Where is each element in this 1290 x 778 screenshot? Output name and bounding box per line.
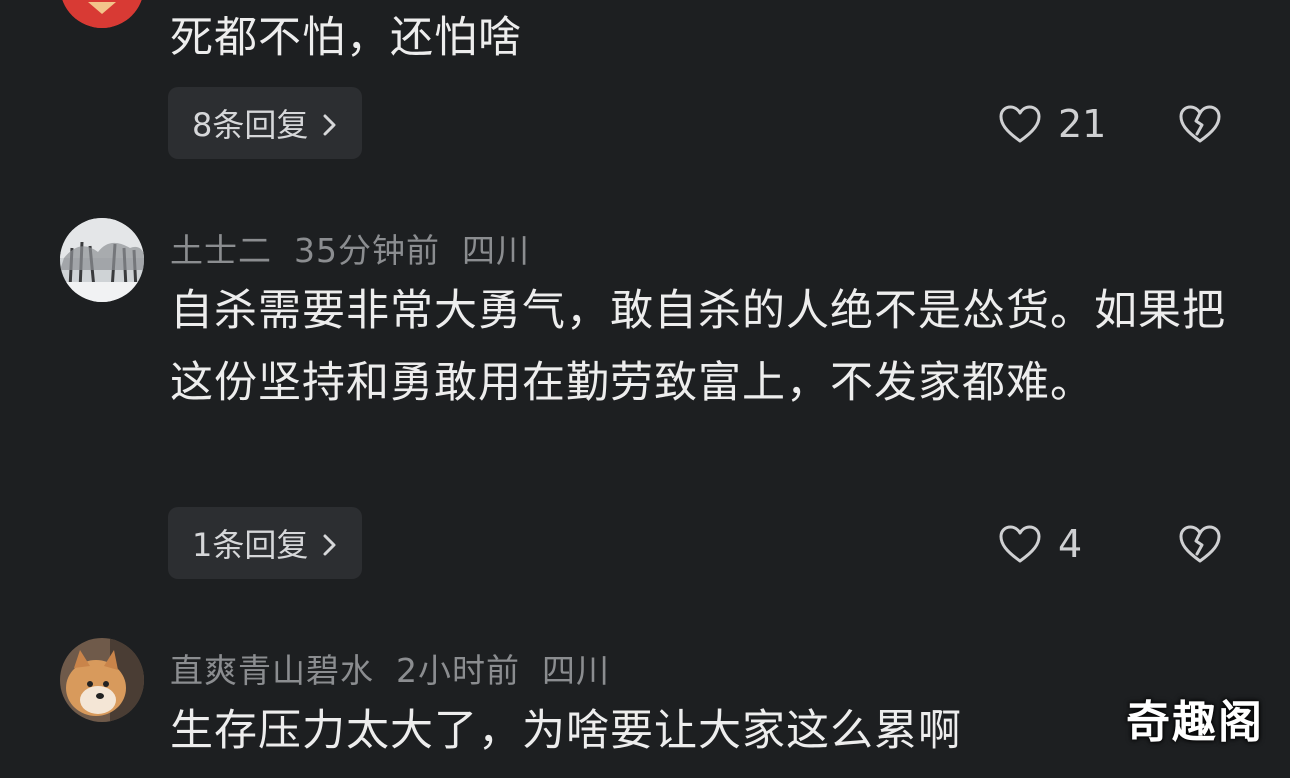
comment-meta: 直爽青山碧水 2小时前 四川 — [170, 644, 632, 692]
watermark: 奇趣阁 — [1126, 697, 1264, 748]
view-replies-button[interactable]: 8条回复 — [168, 87, 363, 159]
avatar-image — [62, 0, 142, 28]
comment-time: 35分钟前 — [294, 231, 440, 270]
comment-location: 四川 — [542, 651, 610, 690]
reply-count-label: 1条回复 — [192, 526, 309, 564]
avatar-image — [60, 218, 144, 302]
chevron-right-icon — [320, 109, 340, 137]
avatar-image — [60, 638, 144, 722]
view-replies-button[interactable]: 1条回复 — [168, 507, 363, 579]
heart-outline-icon — [999, 525, 1041, 563]
comment-meta: 土士二 35分钟前 四川 — [170, 224, 552, 272]
like-button[interactable]: 4 — [998, 522, 1082, 566]
avatar[interactable] — [60, 638, 144, 722]
heart-outline-icon — [999, 105, 1041, 143]
avatar[interactable] — [60, 218, 144, 302]
comment-location: 四川 — [462, 231, 530, 270]
avatar[interactable] — [60, 0, 144, 28]
author-name[interactable]: 直爽青山碧水 — [170, 651, 374, 690]
reply-count-label: 8条回复 — [192, 106, 309, 144]
comment-text: 死都不怕，还怕啥 — [170, 13, 522, 63]
author-name[interactable]: 土士二 — [170, 231, 272, 270]
like-count: 21 — [1058, 102, 1107, 146]
comment-text: 自杀需要非常大勇气，敢自杀的人绝不是怂货。如果把这份坚持和勇敢用在勤劳致富上，不… — [170, 286, 1226, 408]
dislike-button[interactable] — [1178, 524, 1222, 568]
like-count: 4 — [1058, 522, 1083, 566]
broken-heart-icon — [1179, 105, 1221, 143]
comment-list: 死都不怕，还怕啥 8条回复 21 土士二 35分钟前 四川 自杀需要非常大勇气，… — [0, 0, 1290, 778]
comment-time: 2小时前 — [396, 651, 520, 690]
chevron-right-icon — [320, 529, 340, 557]
like-button[interactable]: 21 — [998, 102, 1106, 146]
broken-heart-icon — [1179, 525, 1221, 563]
comment-text: 生存压力太大了，为啥要让大家这么累啊 — [170, 706, 962, 756]
dislike-button[interactable] — [1178, 104, 1222, 148]
